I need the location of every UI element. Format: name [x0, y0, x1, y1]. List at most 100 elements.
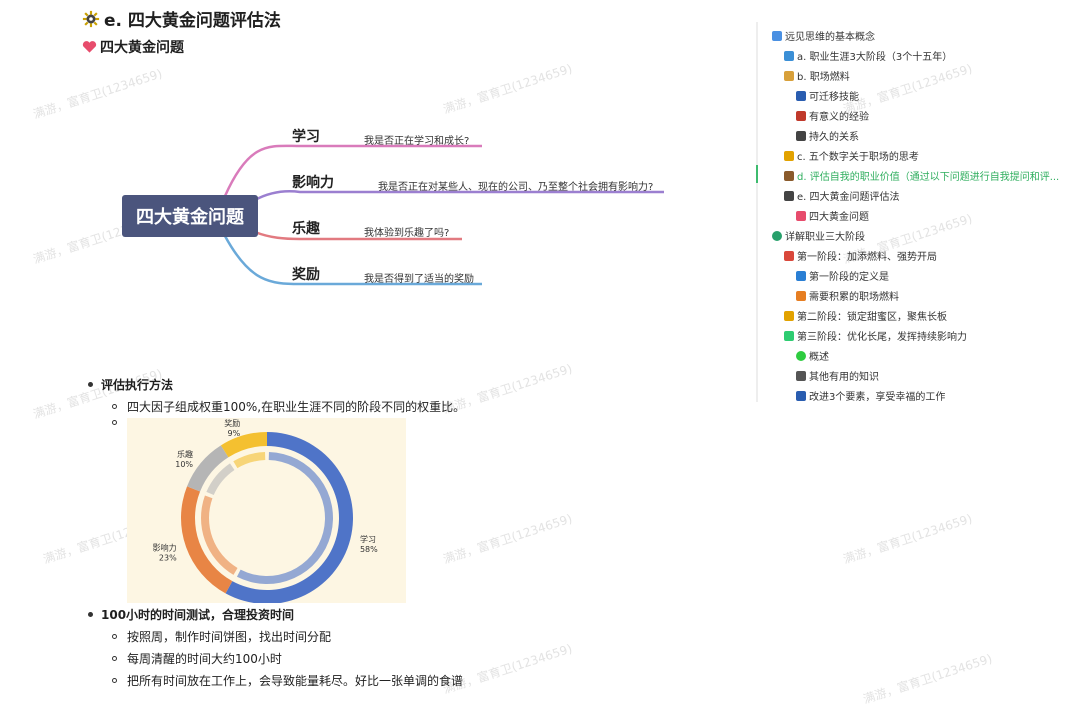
toc-active-indicator: [756, 165, 758, 183]
slice-value-label: 10%: [175, 460, 193, 469]
toc-item[interactable]: 概述: [796, 348, 829, 363]
toc-item[interactable]: d. 评估自我的职业价值（通过以下问题进行自我提问和评...: [784, 168, 1059, 183]
gear-icon: [784, 190, 794, 201]
toc-item[interactable]: 远见思维的基本概念: [772, 28, 875, 43]
car-icon: [796, 90, 806, 101]
list-item: 100小时的时间测试，合理投资时间: [88, 606, 294, 623]
toc-item-label: d. 评估自我的职业价值（通过以下问题进行自我提问和评...: [797, 172, 1060, 183]
toc-track: [756, 22, 758, 402]
branch-label-influence: 影响力: [292, 175, 334, 191]
globe-icon: [772, 230, 782, 241]
toc-item-label: 有意义的经验: [809, 112, 869, 123]
donut-chart-panel: 学习 58% 影响力 23% 乐趣 10% 奖励 9%: [127, 418, 406, 604]
chart-icon: [784, 330, 794, 341]
mindmap-connectors: [223, 144, 664, 286]
bullet-circle: [112, 420, 117, 425]
list-item-text: 100小时的时间测试，合理投资时间: [101, 608, 295, 622]
bullet-dot: [88, 382, 93, 387]
slice-value-label: 23%: [159, 554, 177, 563]
toc-item[interactable]: 改进3个要素，享受幸福的工作: [796, 388, 945, 403]
bullet-circle: [112, 678, 117, 683]
toc-item[interactable]: 其他有用的知识: [796, 368, 879, 383]
slice-category-label: 奖励: [224, 418, 240, 428]
toc-item-label: 第一阶段的定义是: [809, 272, 889, 283]
slice-value-label: 58%: [360, 545, 378, 554]
branch-question-learning: 我是否正在学习和成长?: [364, 136, 470, 147]
heart-icon: [796, 210, 806, 221]
toc-item-label: 概述: [809, 352, 829, 363]
list-item: 四大因子组成权重100%,在职业生涯不同的阶段不同的权重比。: [112, 398, 465, 415]
toc-item-label: 第二阶段：锁定甜蜜区，聚焦长板: [797, 312, 947, 323]
list-item: 每周清醒的时间大约100小时: [112, 650, 282, 667]
toc-item-label: 持久的关系: [809, 132, 859, 143]
book-icon: [796, 110, 806, 121]
toc-item[interactable]: 持久的关系: [796, 128, 859, 143]
toc-item[interactable]: c. 五个数字关于职场的思考: [784, 148, 919, 163]
eye-icon: [796, 370, 806, 381]
calendar-icon: [784, 50, 794, 61]
toc-item[interactable]: 四大黄金问题: [796, 208, 869, 223]
list-item: 把所有时间放在工作上，会导致能量耗尽。好比一张单调的食谱: [112, 672, 463, 689]
toc-item-label: 需要积累的职场燃料: [809, 292, 899, 303]
info-icon: [796, 390, 806, 401]
flower-icon: [796, 290, 806, 301]
link-icon: [772, 30, 782, 41]
toc-item-label: 可迁移技能: [809, 92, 859, 103]
branch-label-learning: 学习: [292, 129, 320, 145]
toc-item[interactable]: 第一阶段的定义是: [796, 268, 889, 283]
bullet-dot: [88, 612, 93, 617]
donut-slice: [187, 445, 229, 492]
watermark: 满游，富育卫(1234659): [441, 511, 574, 567]
branch-question-reward: 我是否得到了适当的奖励: [364, 274, 474, 285]
circle-icon: [796, 350, 806, 361]
toc-item[interactable]: 有意义的经验: [796, 108, 869, 123]
toc-item[interactable]: 第一阶段：加添燃料、强势开局: [784, 248, 937, 263]
branch-question-fun: 我体验到乐趣了吗?: [364, 228, 450, 239]
bullet-circle: [112, 656, 117, 661]
toc-item-label: 其他有用的知识: [809, 372, 879, 383]
list-item-text: 把所有时间放在工作上，会导致能量耗尽。好比一张单调的食谱: [127, 674, 464, 688]
trophy-icon: [784, 310, 794, 321]
bullet-circle: [112, 634, 117, 639]
list-item: 评估执行方法: [88, 376, 173, 393]
pin-icon: [784, 250, 794, 261]
toc-item-label: a. 职业生涯3大阶段（3个十五年）: [797, 52, 953, 63]
toc-item[interactable]: e. 四大黄金问题评估法: [784, 188, 900, 203]
bullet-circle: [112, 404, 117, 409]
toc-item-label: 改进3个要素，享受幸福的工作: [809, 392, 946, 403]
toc-item-label: 远见思维的基本概念: [785, 32, 875, 43]
toc-item[interactable]: 详解职业三大阶段: [772, 228, 865, 243]
toc-item-label: 第一阶段：加添燃料、强势开局: [797, 252, 937, 263]
list-item-text: 四大因子组成权重100%,在职业生涯不同的阶段不同的权重比。: [127, 400, 466, 414]
toc-item-label: 详解职业三大阶段: [785, 232, 865, 243]
toc-item-label: 四大黄金问题: [809, 212, 869, 223]
toc-item[interactable]: a. 职业生涯3大阶段（3个十五年）: [784, 48, 952, 63]
briefcase-icon: [784, 70, 794, 81]
list-item-text: 评估执行方法: [101, 378, 174, 392]
toc-item[interactable]: 需要积累的职场燃料: [796, 288, 899, 303]
toc-item[interactable]: 可迁移技能: [796, 88, 859, 103]
info-icon: [796, 270, 806, 281]
branch-question-influence: 我是否正在对某些人、现在的公司、乃至整个社会拥有影响力?: [378, 182, 654, 193]
watermark: 满游，富育卫(1234659): [861, 651, 994, 707]
branch-label-fun: 乐趣: [292, 221, 320, 237]
donut-inner-slice: [236, 452, 333, 584]
toc-item[interactable]: 第三阶段：优化长尾，发挥持续影响力: [784, 328, 967, 343]
toc-item-label: b. 职场燃料: [797, 72, 850, 83]
list-item-text: 按照周，制作时间饼图，找出时间分配: [127, 630, 332, 644]
donut-inner-slice: [233, 452, 266, 469]
list-item: 按照周，制作时间饼图，找出时间分配: [112, 628, 331, 645]
watermark: 满游，富育卫(1234659): [841, 511, 974, 567]
slice-value-label: 9%: [228, 429, 241, 438]
list-item-text: 每周清醒的时间大约100小时: [127, 652, 282, 666]
trophy-icon: [784, 150, 794, 161]
list-item: [112, 420, 117, 425]
toc-item[interactable]: b. 职场燃料: [784, 68, 850, 83]
donut-chart: 学习58% 影响力23% 乐趣10% 奖励9%: [153, 418, 378, 604]
toc-item-label: c. 五个数字关于职场的思考: [797, 152, 919, 163]
branch-label-reward: 奖励: [292, 267, 320, 283]
slice-category-label: 乐趣: [177, 449, 193, 459]
toc-item[interactable]: 第二阶段：锁定甜蜜区，聚焦长板: [784, 308, 947, 323]
slice-category-label: 学习: [360, 534, 376, 544]
slice-category-label: 影响力: [153, 543, 177, 553]
